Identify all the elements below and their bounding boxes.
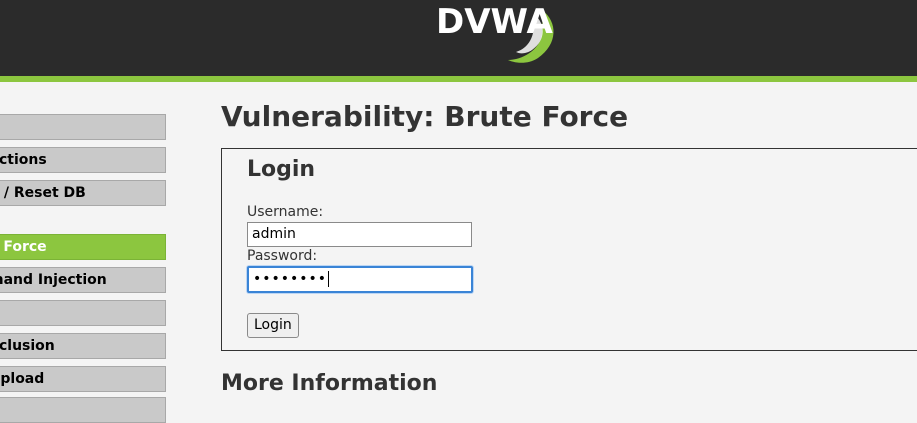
sidebar-item-file-inclusion[interactable]: nclusion <box>0 333 166 359</box>
dvwa-logo[interactable]: DVWA <box>430 0 570 68</box>
password-value: •••••••• <box>253 271 328 287</box>
sidebar-item-instructions[interactable]: uctions <box>0 147 166 173</box>
sidebar-item-label: e Force <box>0 239 47 255</box>
password-input[interactable]: •••••••• <box>247 266 473 293</box>
accent-bar <box>0 76 917 82</box>
header: DVWA <box>0 0 917 76</box>
login-button[interactable]: Login <box>247 313 299 338</box>
sidebar-item-csrf[interactable]: F <box>0 300 166 326</box>
sidebar-item-label: p / Reset DB <box>0 185 86 201</box>
sidebar-item-command-injection[interactable]: mand Injection <box>0 267 166 293</box>
username-input[interactable]: admin <box>247 222 472 247</box>
text-caret <box>328 271 330 287</box>
sidebar-item-label: mand Injection <box>0 272 107 288</box>
more-information-heading: More Information <box>221 371 438 396</box>
logo-text: DVWA <box>436 2 553 42</box>
password-label: Password: <box>247 248 318 264</box>
login-heading: Login <box>247 157 316 182</box>
sidebar-item-home[interactable]: e <box>0 114 166 140</box>
sidebar-item-label: nclusion <box>0 338 55 354</box>
login-form: Login Username: admin Password: ••••••••… <box>221 148 917 351</box>
sidebar-item-file-upload[interactable]: Upload <box>0 366 166 392</box>
sidebar-item-label: uctions <box>0 152 47 168</box>
sidebar-item-setup-reset-db[interactable]: p / Reset DB <box>0 180 166 206</box>
page-title: Vulnerability: Brute Force <box>221 100 629 133</box>
username-label: Username: <box>247 204 324 220</box>
sidebar-item-label: Upload <box>0 371 45 387</box>
sidebar-item-brute-force[interactable]: e Force <box>0 234 166 260</box>
username-value: admin <box>252 226 296 242</box>
